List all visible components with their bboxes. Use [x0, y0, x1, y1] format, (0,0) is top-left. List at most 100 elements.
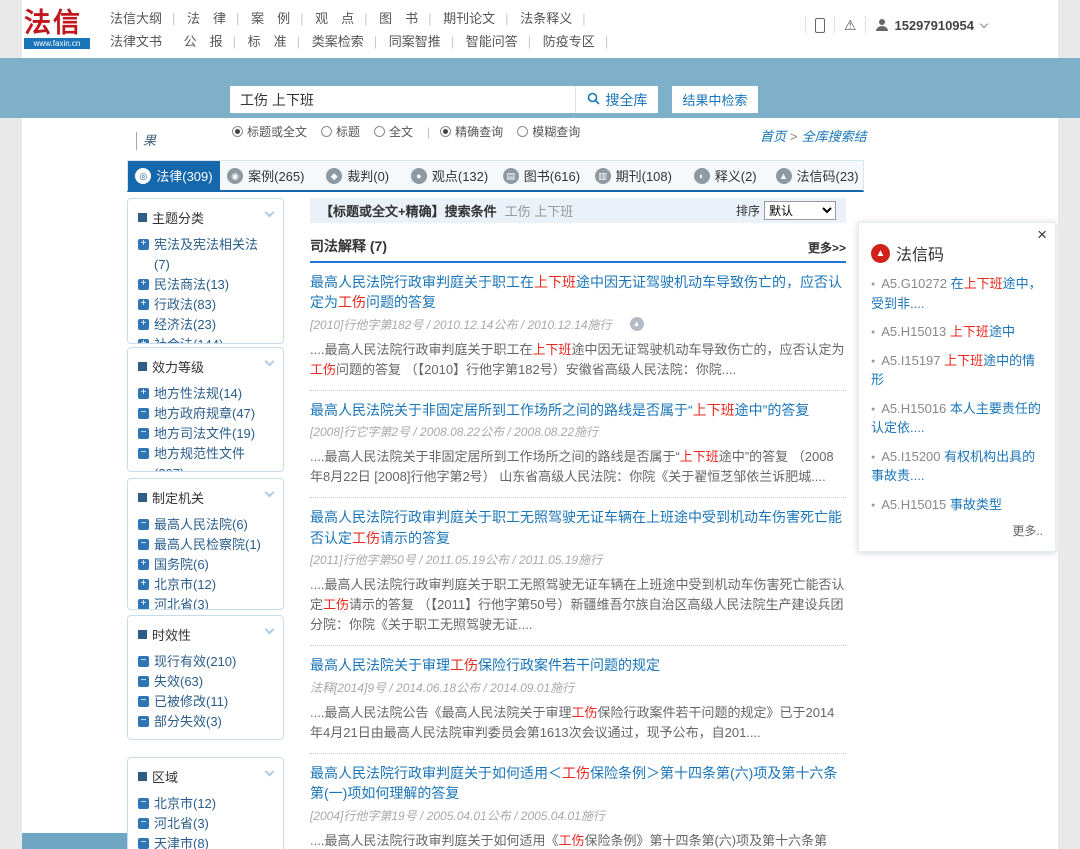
expand-toggle-icon[interactable]: +	[138, 239, 149, 250]
nav-item[interactable]: 防疫专区	[543, 34, 595, 49]
filter-item[interactable]: −最高人民法院(6)	[138, 515, 273, 535]
breadcrumb-separator: >	[790, 129, 798, 144]
expand-toggle-icon[interactable]: +	[138, 559, 149, 570]
expand-toggle-icon[interactable]: +	[138, 299, 149, 310]
result-title[interactable]: 最高人民法院关于非固定居所到工作场所之间的路线是否属于“上下班途中”的答复	[310, 400, 846, 420]
code-list-item[interactable]: A5.H15015 事故类型	[871, 495, 1043, 515]
expand-toggle-icon[interactable]: −	[138, 696, 149, 707]
expand-toggle-icon[interactable]: +	[138, 599, 149, 610]
sort-select[interactable]: 默认	[764, 201, 836, 220]
nav-item[interactable]: 类案检索	[312, 34, 364, 49]
result-item: 最高人民法院关于非固定居所到工作场所之间的路线是否属于“上下班途中”的答复 [2…	[310, 391, 846, 499]
result-tab[interactable]: ● 观点(132)	[404, 161, 496, 190]
nav-item[interactable]: 案 例	[251, 11, 290, 26]
search-mode-radio[interactable]: 模糊查询	[517, 123, 580, 140]
filter-item[interactable]: −最高人民检察院(1)	[138, 535, 273, 555]
result-tab[interactable]: ▤ 图书(616)	[496, 161, 588, 190]
close-icon[interactable]: ×	[1037, 225, 1047, 245]
result-tab[interactable]: ▲ 法信码(23)	[771, 161, 863, 190]
filter-item[interactable]: −部分失效(3)	[138, 712, 273, 732]
nav-item[interactable]: 期刊论文	[443, 11, 495, 26]
filter-item[interactable]: +民法商法(13)	[138, 275, 273, 295]
filter-item[interactable]: −北京市(12)	[138, 794, 273, 814]
search-scope-radio[interactable]: 标题或全文	[232, 123, 307, 140]
filter-item[interactable]: +行政法(83)	[138, 295, 273, 315]
result-tab[interactable]: ◎ 法律(309)	[128, 161, 220, 190]
nav-item[interactable]: 观 点	[315, 11, 354, 26]
result-tab[interactable]: ◐ 释义(2)	[679, 161, 771, 190]
expand-toggle-icon[interactable]: −	[138, 408, 149, 419]
search-scope-radio[interactable]: 标题	[321, 123, 360, 140]
expand-toggle-icon[interactable]: +	[138, 279, 149, 290]
logo-title: 法信	[24, 8, 94, 38]
expand-toggle-icon[interactable]: −	[138, 838, 149, 849]
expand-toggle-icon[interactable]: −	[138, 428, 149, 439]
breadcrumb-current-link[interactable]: 全库搜索结	[802, 129, 867, 144]
breadcrumb-home-link[interactable]: 首页	[760, 129, 786, 144]
result-tab[interactable]: ◆ 裁判(0)	[312, 161, 404, 190]
code-list-item[interactable]: A5.H15016 本人主要责任的认定依....	[871, 399, 1043, 438]
nav-item[interactable]: 标 准	[248, 34, 287, 49]
expand-toggle-icon[interactable]: −	[138, 676, 149, 687]
result-title[interactable]: 最高人民法院行政审判庭关于职工在上下班途中因无证驾驶机动车导致伤亡的，应否认定为…	[310, 272, 846, 313]
expand-toggle-icon[interactable]: +	[138, 388, 149, 399]
result-tab[interactable]: ▥ 期刊(108)	[587, 161, 679, 190]
filter-item[interactable]: −现行有效(210)	[138, 652, 273, 672]
nav-item[interactable]: 法条释义	[520, 11, 572, 26]
nav-item[interactable]: 法 律	[187, 11, 226, 26]
nav-separator: |	[364, 11, 367, 26]
result-title[interactable]: 最高人民法院行政审判庭关于如何适用＜工伤保险条例＞第十四条第(六)项及第十六条第…	[310, 763, 846, 804]
nav-item[interactable]: 同案智推	[389, 34, 441, 49]
faxin-code-icon[interactable]: ▲	[630, 317, 644, 331]
expand-toggle-icon[interactable]: −	[138, 656, 149, 667]
tab-icon: ▥	[595, 168, 611, 184]
filter-item[interactable]: −已被修改(11)	[138, 692, 273, 712]
expand-toggle-icon[interactable]: −	[138, 818, 149, 829]
expand-toggle-icon[interactable]: −	[138, 798, 149, 809]
filter-item[interactable]: −天津市(8)	[138, 834, 273, 849]
filter-item[interactable]: +河北省(3)	[138, 595, 273, 610]
filter-item[interactable]: +宪法及宪法相关法(7)	[138, 235, 273, 275]
result-tab[interactable]: ◉ 案例(265)	[220, 161, 312, 190]
code-list-item[interactable]: A5.H15013 上下班途中	[871, 322, 1043, 342]
code-list-item[interactable]: A5.I15200 有权机构出具的事故责....	[871, 447, 1043, 486]
expand-toggle-icon[interactable]: +	[138, 579, 149, 590]
expand-toggle-icon[interactable]: −	[138, 539, 149, 550]
search-in-results-button[interactable]: 结果中检索	[672, 86, 758, 113]
search-scope-radio[interactable]: 全文	[374, 123, 413, 140]
nav-item[interactable]: 图 书	[379, 11, 418, 26]
filter-item[interactable]: +国务院(6)	[138, 555, 273, 575]
code-list-item[interactable]: A5.I15197 上下班途中的情形	[871, 351, 1043, 390]
filter-item[interactable]: −地方政府规章(47)	[138, 404, 273, 424]
alert-button[interactable]: ⚠	[834, 16, 866, 34]
filter-item[interactable]: +社会法(144)	[138, 335, 273, 344]
more-link[interactable]: 更多>>	[808, 239, 846, 256]
code-list-item[interactable]: A5.G10272 在上下班途中，受到非....	[871, 274, 1043, 313]
filter-item[interactable]: +经济法(23)	[138, 315, 273, 335]
expand-toggle-icon[interactable]: +	[138, 339, 149, 344]
search-mode-radio[interactable]: 精确查询	[440, 123, 503, 140]
expand-toggle-icon[interactable]: −	[138, 448, 149, 459]
user-menu[interactable]: 15297910954	[865, 16, 996, 34]
result-title[interactable]: 最高人民法院行政审判庭关于职工无照驾驶无证车辆在上班途中受到机动车伤害死亡能否认…	[310, 507, 846, 548]
search-input[interactable]	[230, 86, 575, 113]
filter-item[interactable]: +地方性法规(14)	[138, 384, 273, 404]
expand-toggle-icon[interactable]: −	[138, 519, 149, 530]
panel-more-link[interactable]: 更多..	[871, 522, 1043, 539]
filter-item[interactable]: −地方规范性文件(207)	[138, 444, 273, 472]
filter-item[interactable]: −地方司法文件(19)	[138, 424, 273, 444]
search-all-button[interactable]: 搜全库	[575, 86, 658, 113]
expand-toggle-icon[interactable]: +	[138, 319, 149, 330]
nav-item[interactable]: 法信大纲	[110, 11, 162, 26]
result-title[interactable]: 最高人民法院关于审理工伤保险行政案件若干问题的规定	[310, 655, 846, 675]
filter-item[interactable]: −河北省(3)	[138, 814, 273, 834]
nav-item[interactable]: 法律文书	[110, 34, 162, 49]
logo[interactable]: 法信 www.faxin.cn	[24, 8, 94, 49]
mobile-app-button[interactable]	[805, 16, 834, 34]
nav-item[interactable]: 智能问答	[466, 34, 518, 49]
expand-toggle-icon[interactable]: −	[138, 716, 149, 727]
filter-item[interactable]: −失效(63)	[138, 672, 273, 692]
filter-item[interactable]: +北京市(12)	[138, 575, 273, 595]
radio-icon	[321, 126, 332, 137]
nav-item[interactable]: 公 报	[184, 34, 223, 49]
